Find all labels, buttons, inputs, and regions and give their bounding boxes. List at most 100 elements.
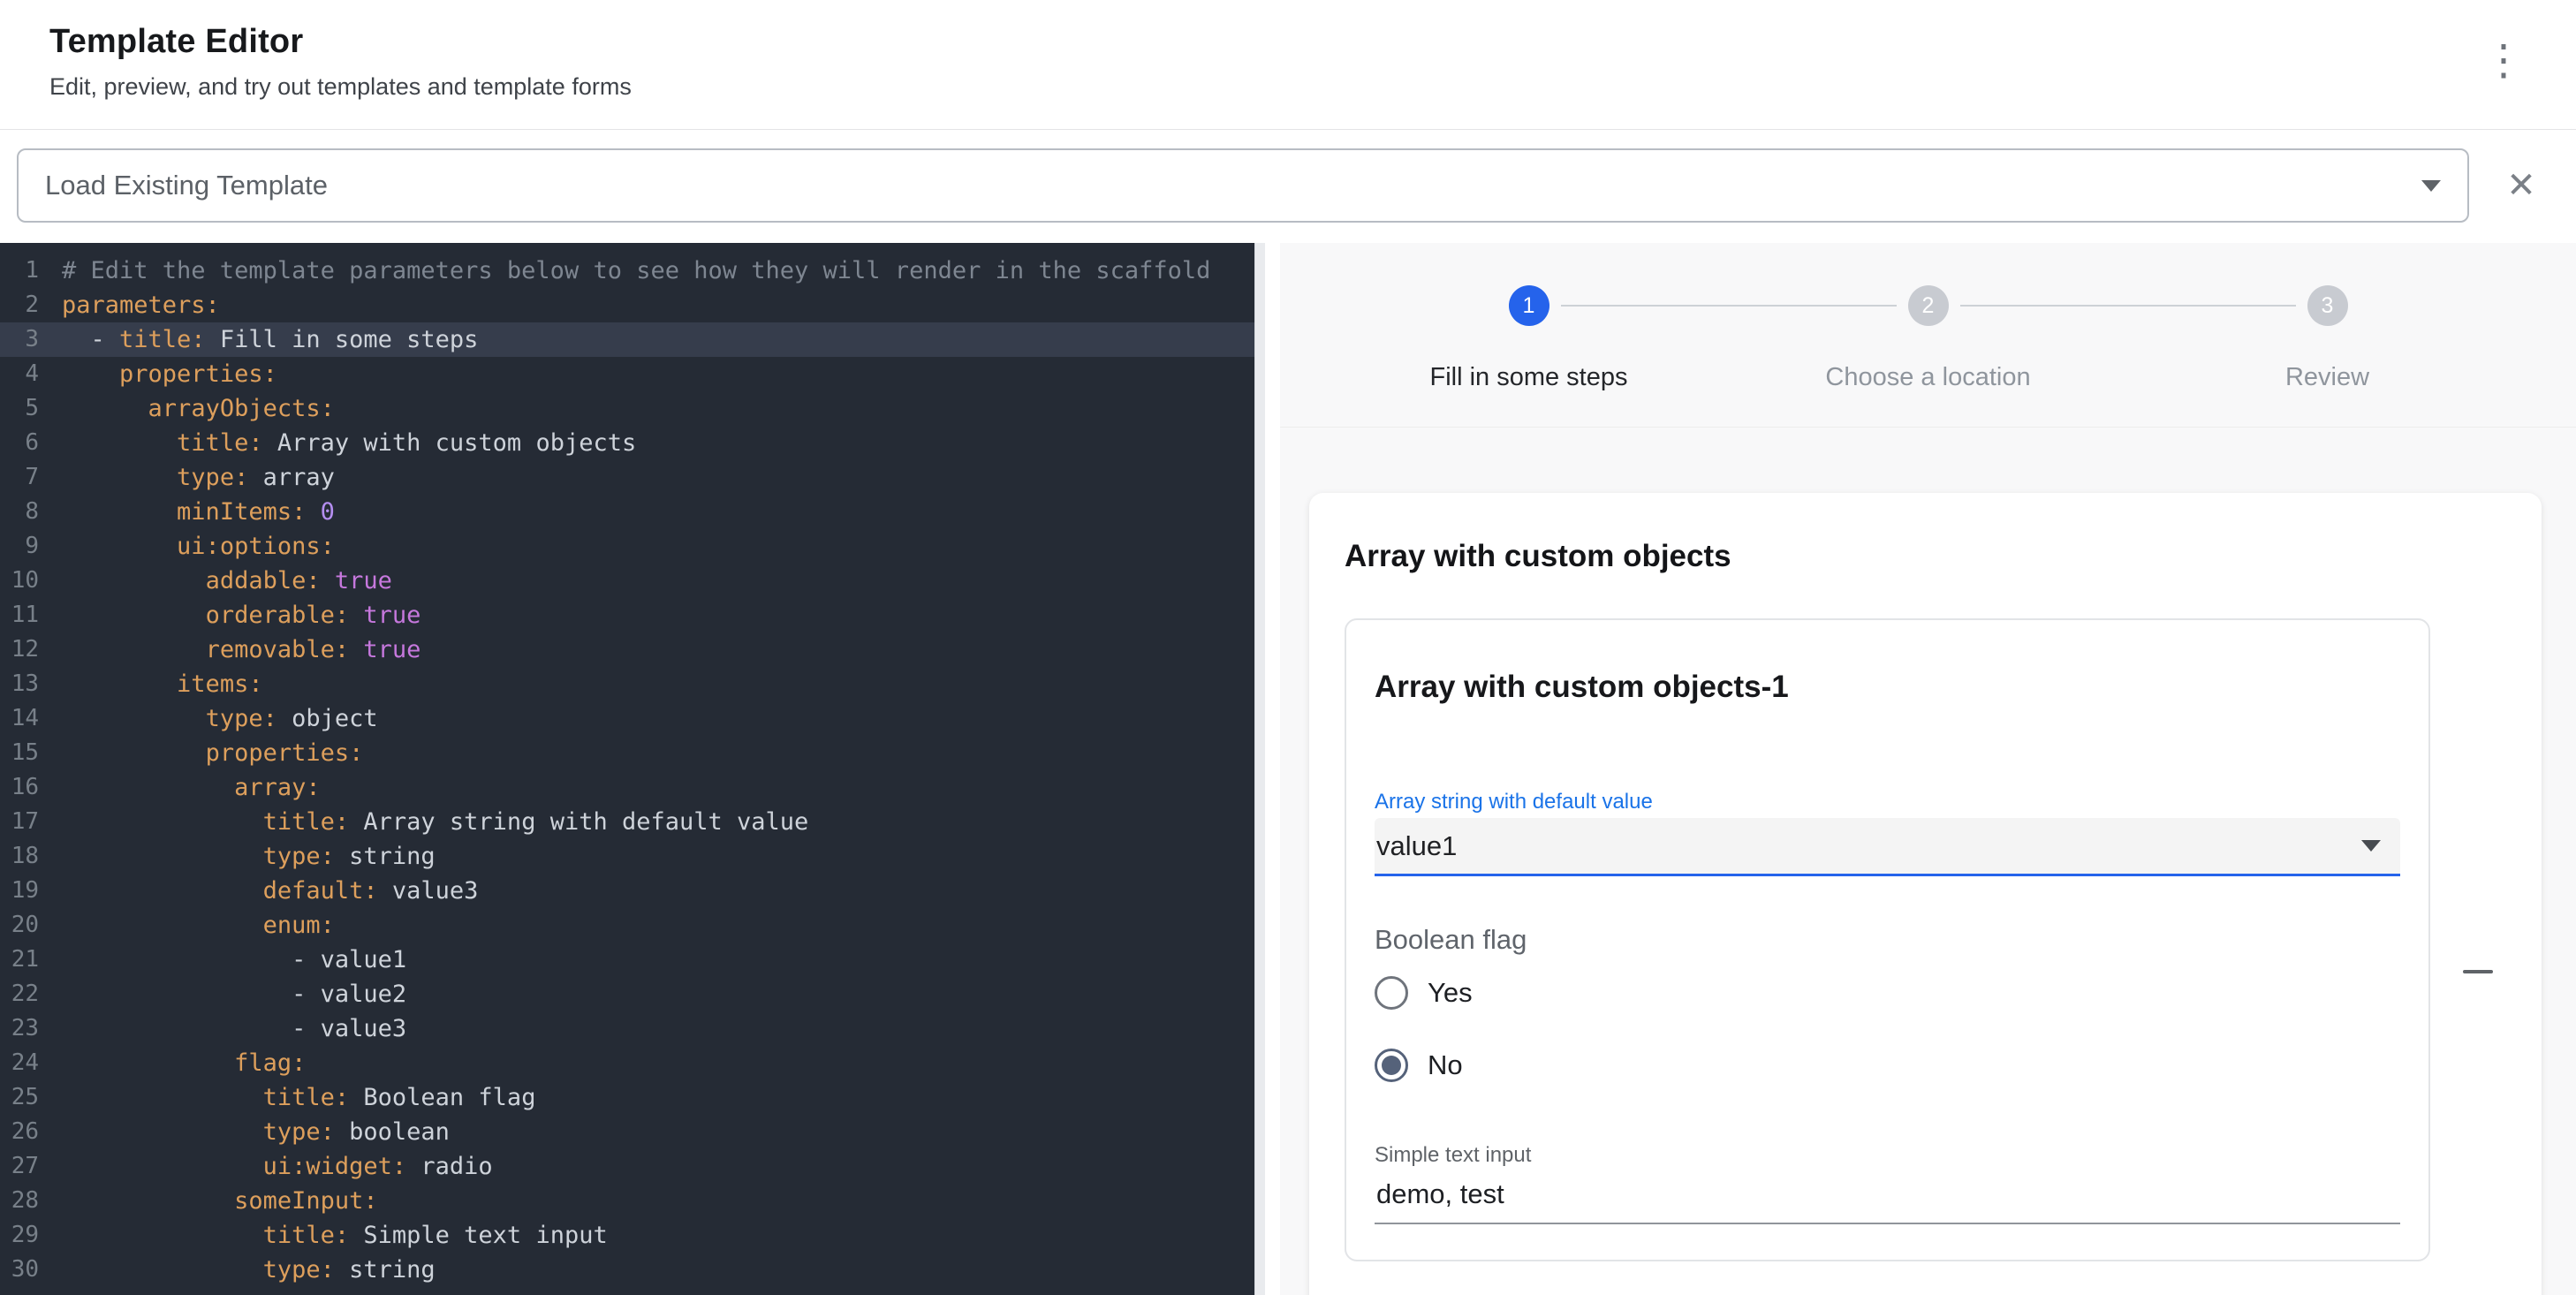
stepper-step-choose-a-location: 2 Choose a location — [1729, 285, 2128, 392]
step-indicator: 2 — [1908, 285, 1949, 326]
stepper-connector — [1561, 305, 1897, 307]
array-item-card: Array with custom objects-1 Array string… — [1345, 618, 2430, 1261]
editor-scrollbar[interactable] — [1254, 243, 1265, 1295]
array-string-select[interactable]: value1 — [1375, 818, 2400, 876]
code-text: addable: true — [53, 564, 392, 598]
line-number: 10 — [0, 564, 53, 598]
code-line[interactable]: 18 type: string — [0, 839, 1254, 874]
code-line[interactable]: 30 type: string — [0, 1253, 1254, 1287]
code-line[interactable]: 12 removable: true — [0, 632, 1254, 667]
code-text: enum: — [53, 908, 335, 943]
stepper: 1 Fill in some steps 2 Choose a location 3 Re… — [1330, 285, 2527, 392]
code-line[interactable]: 8 minItems: 0 — [0, 495, 1254, 529]
line-number: 29 — [0, 1218, 53, 1253]
code-text: type: object — [53, 701, 378, 736]
code-text: properties: — [53, 736, 363, 770]
code-text: items: — [53, 667, 263, 701]
form-section-title: Array with custom objects — [1345, 539, 2506, 574]
step-indicator: 3 — [2307, 285, 2348, 326]
line-number: 17 — [0, 805, 53, 839]
code-line[interactable]: 5 arrayObjects: — [0, 391, 1254, 426]
code-line[interactable]: 17 title: Array string with default valu… — [0, 805, 1254, 839]
line-number: 30 — [0, 1253, 53, 1287]
load-template-select[interactable]: Load Existing Template — [17, 148, 2469, 223]
preview-panel: 1 Fill in some steps 2 Choose a location 3 Re… — [1280, 243, 2576, 1295]
code-line[interactable]: 15 properties: — [0, 736, 1254, 770]
step-label: Choose a location — [1729, 363, 2128, 392]
line-number: 21 — [0, 943, 53, 977]
pane-splitter[interactable] — [1265, 243, 1280, 1295]
code-text: default: value3 — [53, 874, 478, 908]
code-line[interactable]: 6 title: Array with custom objects — [0, 426, 1254, 460]
code-line[interactable]: 21 - value1 — [0, 943, 1254, 977]
code-line[interactable]: 28 someInput: — [0, 1184, 1254, 1218]
simple-text-input[interactable] — [1375, 1173, 2400, 1224]
more-options-button[interactable]: ⋮ — [2477, 32, 2530, 88]
line-number: 16 — [0, 770, 53, 805]
code-line[interactable]: 11 orderable: true — [0, 598, 1254, 632]
minus-icon — [2463, 970, 2493, 973]
page-title: Template Editor — [49, 23, 2527, 61]
remove-item-button[interactable] — [2451, 945, 2504, 998]
step-label: Review — [2128, 363, 2527, 392]
select-field-label: Array string with default value — [1375, 790, 2400, 814]
line-number: 18 — [0, 839, 53, 874]
code-line[interactable]: 10 addable: true — [0, 564, 1254, 598]
code-line[interactable]: 1# Edit the template parameters below to… — [0, 254, 1254, 288]
code-line[interactable]: 25 title: Boolean flag — [0, 1080, 1254, 1115]
code-line[interactable]: 7 type: array — [0, 460, 1254, 495]
radio-option-yes[interactable]: Yes — [1375, 965, 2400, 1021]
chevron-down-icon — [2421, 180, 2441, 192]
toolbar: Load Existing Template ✕ — [0, 131, 2576, 243]
code-text: title: Array with custom objects — [53, 426, 636, 460]
code-text: - value2 — [53, 977, 406, 1011]
code-text: title: Simple text input — [53, 1218, 608, 1253]
stepper-connector — [1960, 305, 2296, 307]
line-number: 13 — [0, 667, 53, 701]
step-indicator: 1 — [1509, 285, 1549, 326]
load-template-placeholder: Load Existing Template — [45, 170, 328, 201]
close-button[interactable]: ✕ — [2493, 152, 2549, 219]
code-line[interactable]: 3 - title: Fill in some steps — [0, 322, 1254, 357]
code-line[interactable]: 24 flag: — [0, 1046, 1254, 1080]
code-text: someInput: — [53, 1184, 378, 1218]
code-line[interactable]: 20 enum: — [0, 908, 1254, 943]
chevron-down-icon — [2361, 840, 2381, 852]
step-label: Fill in some steps — [1330, 363, 1729, 392]
code-line[interactable]: 19 default: value3 — [0, 874, 1254, 908]
line-number: 28 — [0, 1184, 53, 1218]
code-text: properties: — [53, 357, 277, 391]
code-line[interactable]: 23 - value3 — [0, 1011, 1254, 1046]
stepper-step-fill-in-some-steps: 1 Fill in some steps — [1330, 285, 1729, 392]
code-line[interactable]: 14 type: object — [0, 701, 1254, 736]
code-line[interactable]: 22 - value2 — [0, 977, 1254, 1011]
code-line[interactable]: 29 title: Simple text input — [0, 1218, 1254, 1253]
line-number: 23 — [0, 1011, 53, 1046]
code-editor[interactable]: 1# Edit the template parameters below to… — [0, 243, 1254, 1295]
radio-label: No — [1428, 1049, 1463, 1081]
code-line[interactable]: 9 ui:options: — [0, 529, 1254, 564]
code-text: - value1 — [53, 943, 406, 977]
code-line[interactable]: 26 type: boolean — [0, 1115, 1254, 1149]
radio-button[interactable] — [1375, 1049, 1408, 1082]
line-number: 15 — [0, 736, 53, 770]
line-number: 5 — [0, 391, 53, 426]
code-line[interactable]: 16 array: — [0, 770, 1254, 805]
line-number: 1 — [0, 254, 53, 288]
app: { "header": { "title": "Template Editor"… — [0, 0, 2576, 1295]
radio-button[interactable] — [1375, 976, 1408, 1010]
line-number: 12 — [0, 632, 53, 667]
code-line[interactable]: 2parameters: — [0, 288, 1254, 322]
line-number: 4 — [0, 357, 53, 391]
code-line[interactable]: 27 ui:widget: radio — [0, 1149, 1254, 1184]
line-number: 11 — [0, 598, 53, 632]
code-text: title: Boolean flag — [53, 1080, 535, 1115]
radio-option-no[interactable]: No — [1375, 1037, 2400, 1094]
code-text: arrayObjects: — [53, 391, 335, 426]
code-text: ui:options: — [53, 529, 335, 564]
code-line[interactable]: 4 properties: — [0, 357, 1254, 391]
code-text: - title: Fill in some steps — [53, 322, 478, 357]
line-number: 2 — [0, 288, 53, 322]
code-text: type: boolean — [53, 1115, 450, 1149]
code-line[interactable]: 13 items: — [0, 667, 1254, 701]
